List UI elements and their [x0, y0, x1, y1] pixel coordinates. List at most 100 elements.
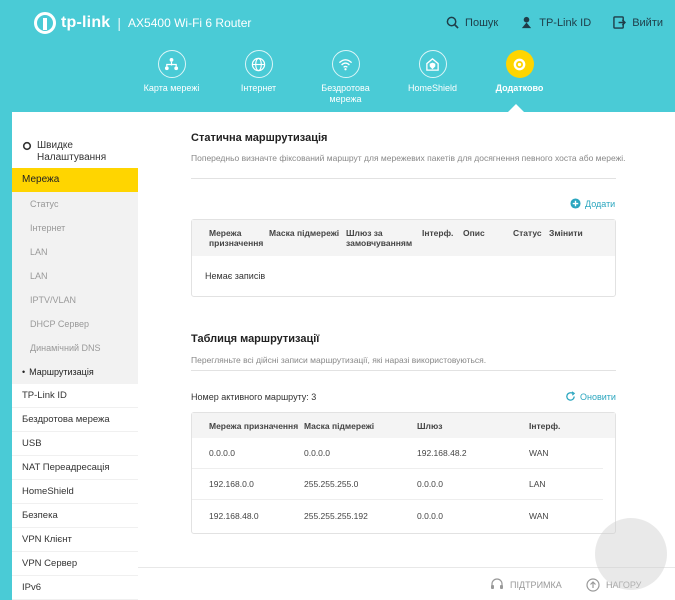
- logo[interactable]: tp-link | AX5400 Wi-Fi 6 Router: [34, 12, 251, 34]
- sidebar-item-vpn-client[interactable]: VPN Клієнт: [12, 528, 138, 552]
- static-routes-empty: Немає записів: [205, 271, 266, 281]
- nav-advanced-label: Додатково: [495, 83, 544, 93]
- tplink-id-button[interactable]: TP-Link ID: [520, 16, 591, 29]
- sidebar-item-security[interactable]: Безпека: [12, 504, 138, 528]
- refresh-icon: [566, 391, 576, 401]
- sidebar-item-tplink-id[interactable]: TP-Link ID: [12, 384, 138, 408]
- gear-icon: [513, 58, 526, 70]
- rt-cell-mask: 255.255.255.192: [304, 510, 368, 521]
- sidebar-sub-routing[interactable]: Маршрутизація: [12, 360, 138, 384]
- plus-circle-icon: [570, 198, 581, 209]
- footer-bar: ПІДТРИМКА НАГОРУ: [138, 567, 675, 600]
- rt-col-interface: Інтерф.: [529, 420, 561, 431]
- col-description: Опис: [463, 228, 485, 238]
- rt-cell-interface: WAN: [529, 448, 549, 458]
- support-label: ПІДТРИМКА: [510, 580, 562, 590]
- tplink-id-label: TP-Link ID: [539, 16, 592, 29]
- nav-wireless-label-2: мережа: [329, 94, 362, 104]
- rt-cell-gateway: 192.168.48.2: [417, 448, 467, 458]
- nav-wireless[interactable]: Бездротова мережа: [302, 50, 389, 105]
- sidebar: Швидке Налаштування Мережа Статус Інтерн…: [12, 112, 138, 600]
- nav-internet[interactable]: Інтернет: [215, 50, 302, 105]
- rt-col-gateway: Шлюз: [417, 420, 443, 431]
- table-row: 192.168.0.0 255.255.255.0 0.0.0.0 LAN: [192, 469, 603, 500]
- sidebar-sub-iptv[interactable]: IPTV/VLAN: [12, 288, 138, 312]
- sidebar-sub-internet[interactable]: Інтернет: [12, 216, 138, 240]
- add-route-button[interactable]: Додати: [570, 198, 615, 209]
- sidebar-item-homeshield[interactable]: HomeShield: [12, 480, 138, 504]
- rt-cell-destination: 192.168.0.0: [209, 479, 254, 489]
- main-nav: Карта мережі Інтернет Бездротова мережа …: [128, 50, 563, 105]
- col-destination-l1: Мережа: [209, 228, 242, 238]
- quick-setup-label-2: Налаштування: [37, 152, 107, 163]
- routing-table-header: Мережа призначення Маска підмережі Шлюз …: [192, 413, 615, 438]
- nav-wireless-circle: [331, 50, 360, 78]
- col-destination-l2: призначення: [209, 238, 264, 248]
- add-route-label: Додати: [585, 198, 616, 209]
- sidebar-quick-setup[interactable]: Швидке Налаштування: [12, 112, 138, 168]
- static-routing-title: Статична маршрутизація: [191, 132, 328, 144]
- rt-col-mask: Маска підмережі: [304, 420, 375, 431]
- logout-button[interactable]: Вийти: [613, 16, 663, 29]
- rt-cell-gateway: 0.0.0.0: [417, 479, 443, 489]
- logout-label: Вийти: [632, 16, 663, 29]
- quick-setup-gear-icon: [22, 141, 32, 151]
- nav-active-caret: [508, 104, 524, 112]
- search-icon: [446, 16, 459, 29]
- rt-cell-destination: 192.168.48.0: [209, 510, 259, 521]
- nav-advanced[interactable]: Додатково: [476, 50, 563, 105]
- static-routes-table: Мережа призначення Маска підмережі Шлюз …: [191, 219, 616, 297]
- col-edit: Змінити: [549, 228, 583, 238]
- sidebar-sub-status[interactable]: Статус: [12, 192, 138, 216]
- main-content: Статична маршрутизація Попередньо визнач…: [138, 112, 675, 600]
- search-label: Пошук: [465, 16, 499, 29]
- sidebar-item-wireless[interactable]: Бездротова мережа: [12, 408, 138, 432]
- static-routing-desc: Попередньо визначте фіксований маршрут д…: [191, 153, 626, 163]
- col-gateway-l1: Шлюз за: [346, 228, 383, 238]
- sidebar-sub-ddns[interactable]: Динамічний DNS: [12, 336, 138, 360]
- search-button[interactable]: Пошук: [446, 16, 498, 29]
- nav-network-map[interactable]: Карта мережі: [128, 50, 215, 105]
- col-destination: Мережа призначення: [192, 228, 269, 256]
- rt-cell-interface: LAN: [529, 479, 546, 489]
- col-gateway: Шлюз за замовчуванням: [346, 228, 422, 256]
- sidebar-sub-dhcp[interactable]: DHCP Сервер: [12, 312, 138, 336]
- refresh-button[interactable]: Оновити: [565, 391, 616, 402]
- router-model: AX5400 Wi-Fi 6 Router: [128, 16, 252, 30]
- sidebar-sub-lan-2[interactable]: LAN: [12, 264, 138, 288]
- nav-internet-circle: [244, 50, 273, 78]
- tplink-id-icon: [522, 16, 532, 29]
- static-routing-divider: [191, 178, 616, 179]
- sidebar-item-network[interactable]: Мережа: [12, 168, 138, 192]
- headset-icon: [491, 578, 503, 589]
- network-map-icon: [164, 57, 179, 70]
- sidebar-sub-lan[interactable]: LAN: [12, 240, 138, 264]
- col-mask: Маска підмережі: [269, 228, 340, 238]
- nav-advanced-circle: [505, 50, 534, 78]
- nav-wireless-label-1: Бездротова: [321, 83, 370, 93]
- homeshield-icon: [426, 57, 439, 71]
- top-actions: Пошук TP-Link ID Вийти: [446, 16, 663, 29]
- nav-homeshield-label: HomeShield: [407, 83, 458, 93]
- rt-cell-gateway: 0.0.0.0: [417, 510, 443, 521]
- brand-name: tp-link: [61, 14, 111, 31]
- table-row: 0.0.0.0 0.0.0.0 192.168.48.2 WAN: [192, 438, 603, 469]
- nav-network-map-circle: [157, 50, 186, 78]
- sidebar-item-usb[interactable]: USB: [12, 432, 138, 456]
- refresh-label: Оновити: [580, 391, 616, 402]
- support-button[interactable]: ПІДТРИМКА: [490, 578, 562, 592]
- active-route-count: Номер активного маршруту: 3: [191, 392, 317, 402]
- static-routes-header: Мережа призначення Маска підмережі Шлюз …: [192, 220, 615, 256]
- nav-homeshield[interactable]: HomeShield: [389, 50, 476, 105]
- wifi-icon: [338, 58, 353, 70]
- rt-cell-destination: 0.0.0.0: [209, 448, 235, 458]
- routing-table-desc: Перегляньте всі дійсні записи маршрутиза…: [191, 355, 487, 365]
- rt-col-destination: Мережа призначення: [209, 420, 299, 431]
- rt-cell-interface: WAN: [529, 510, 549, 521]
- rt-cell-mask: 255.255.255.0: [304, 479, 359, 489]
- sidebar-item-vpn-server[interactable]: VPN Сервер: [12, 552, 138, 576]
- nav-internet-label: Інтернет: [240, 83, 277, 93]
- sidebar-item-ipv6[interactable]: IPv6: [12, 576, 138, 600]
- table-row: 192.168.48.0 255.255.255.192 0.0.0.0 WAN: [192, 500, 603, 531]
- sidebar-item-nat[interactable]: NAT Переадресація: [12, 456, 138, 480]
